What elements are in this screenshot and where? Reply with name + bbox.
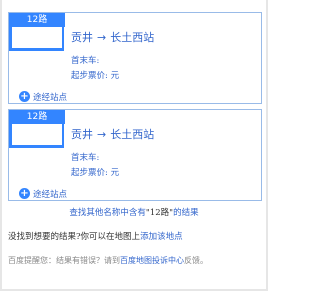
reminder-message: 百度提醒您：结果有错误？请到百度地图投诉中心反馈。 xyxy=(8,255,208,266)
more-prefix: 查找其他名称中含有 xyxy=(69,208,146,218)
first-last-bus: 首末车: xyxy=(71,54,99,66)
stops-label: 途经站点 xyxy=(33,92,68,103)
route-title[interactable]: 贡井 → 长土西站 xyxy=(71,127,154,143)
route-stripe xyxy=(9,27,64,51)
reminder-text: 百度提醒您：结果有错误？请到 xyxy=(8,256,120,265)
route-title[interactable]: 贡井 → 长土西站 xyxy=(71,30,154,46)
add-place-link[interactable]: 添加该地点 xyxy=(140,232,183,242)
stops-label: 途经站点 xyxy=(33,189,68,200)
plus-circle-icon: + xyxy=(19,188,30,199)
left-frame-border xyxy=(0,0,2,291)
stops-toggle[interactable]: + 途经站点 xyxy=(19,183,68,200)
right-frame-border xyxy=(266,0,268,291)
fare: 起步票价: 元 xyxy=(71,166,119,178)
route-to: 长土西站 xyxy=(110,31,155,44)
route-card[interactable]: 12路 贡井 → 长土西站 首末车: 起步票价: 元 + 途经站点 xyxy=(8,12,262,104)
more-suffix: 的结果 xyxy=(173,208,199,218)
route-from: 贡井 xyxy=(71,128,93,141)
more-query: "12路" xyxy=(145,208,174,218)
arrow-right-icon: → xyxy=(97,31,107,44)
route-stripe xyxy=(9,124,64,148)
route-from: 贡井 xyxy=(71,31,93,44)
first-last-bus: 首末车: xyxy=(71,151,99,163)
fare-label: 起步票价: xyxy=(71,168,108,178)
no-result-message: 没找到想要的结果?你可以在地图上添加该地点 xyxy=(8,230,183,242)
complaint-center-link[interactable]: 百度地图投诉中心 xyxy=(120,256,184,265)
plus-circle-icon: + xyxy=(19,91,30,102)
fare-value: 元 xyxy=(110,168,120,178)
arrow-right-icon: → xyxy=(97,128,107,141)
fare-value: 元 xyxy=(110,71,120,81)
route-badge: 12路 xyxy=(26,15,48,25)
fare: 起步票价: 元 xyxy=(71,69,119,81)
stops-toggle[interactable]: + 途经站点 xyxy=(19,86,68,103)
no-result-text: 没找到想要的结果?你可以在地图上 xyxy=(8,232,141,242)
route-to: 长土西站 xyxy=(110,128,155,141)
search-other-results-link[interactable]: 查找其他名称中含有"12路"的结果 xyxy=(0,206,268,218)
reminder-suffix: 反馈。 xyxy=(184,256,208,265)
first-last-label: 首末车: xyxy=(71,153,100,163)
route-card[interactable]: 12路 贡井 → 长土西站 首末车: 起步票价: 元 + 途经站点 xyxy=(8,109,262,201)
fare-label: 起步票价: xyxy=(71,71,108,81)
first-last-label: 首末车: xyxy=(71,56,100,66)
route-badge: 12路 xyxy=(26,112,48,122)
